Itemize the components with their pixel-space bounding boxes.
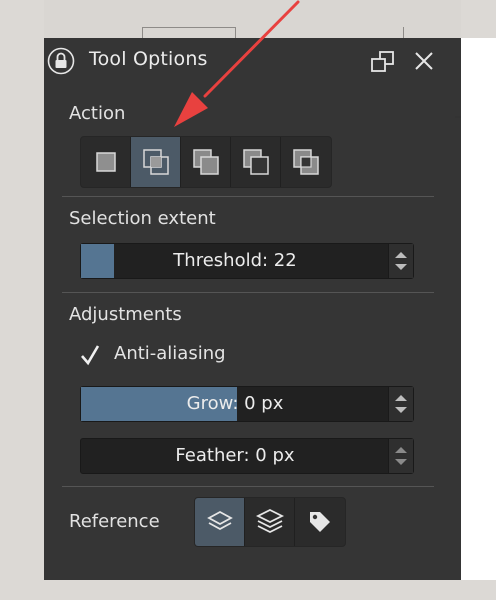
- replace-mode-button[interactable]: [81, 137, 131, 187]
- grow-text: Grow: 0 px: [186, 393, 284, 414]
- section-divider: [62, 292, 434, 293]
- grow-stepper[interactable]: [388, 387, 413, 421]
- selection-extent-label: Selection extent: [69, 208, 216, 229]
- section-divider: [62, 196, 434, 197]
- tool-options-docker: Tool Options Action Selection extent Thr…: [44, 38, 461, 580]
- current-layer-button[interactable]: [195, 498, 245, 546]
- selection-mode-group: [80, 136, 332, 188]
- grow-spinbox[interactable]: Grow: 0 px: [80, 386, 414, 422]
- docker-titlebar: Tool Options: [44, 38, 461, 82]
- replace-selection-icon: [95, 152, 116, 172]
- stepper-arrows-icon: [395, 447, 407, 465]
- all-layers-button[interactable]: [245, 498, 295, 546]
- reference-label: Reference: [69, 511, 160, 532]
- feather-text: Feather: 0 px: [175, 445, 295, 466]
- float-docker-icon[interactable]: [370, 50, 396, 74]
- color-label-icon: [310, 512, 330, 532]
- panel-title: Tool Options: [89, 48, 208, 70]
- all-layers-icon: [255, 508, 284, 534]
- background-window-bottom: [0, 580, 496, 600]
- section-divider: [62, 486, 434, 487]
- add-selection-icon: [192, 149, 219, 175]
- stepper-arrows-icon: [395, 395, 407, 413]
- threshold-stepper[interactable]: [388, 244, 413, 278]
- intersect-selection-icon: [142, 149, 169, 175]
- stepper-arrows-icon: [395, 252, 407, 270]
- action-label: Action: [69, 103, 126, 124]
- feather-spinbox[interactable]: Feather: 0 px: [80, 438, 414, 474]
- color-labeled-layers-button[interactable]: [295, 498, 345, 546]
- feather-stepper[interactable]: [388, 439, 413, 473]
- antialiasing-label[interactable]: Anti-aliasing: [114, 343, 226, 364]
- threshold-text: Threshold: 22: [173, 250, 297, 271]
- adjustments-label: Adjustments: [69, 304, 182, 325]
- reference-mode-group: [194, 497, 346, 547]
- subtract-mode-button[interactable]: [231, 137, 281, 187]
- symmetric-difference-mode-button[interactable]: [281, 137, 331, 187]
- add-mode-button[interactable]: [181, 137, 231, 187]
- canvas-tick: [455, 116, 461, 118]
- lock-icon[interactable]: [47, 47, 75, 75]
- symmetric-difference-icon: [293, 149, 319, 175]
- close-icon[interactable]: [413, 50, 435, 72]
- current-layer-icon: [206, 510, 233, 531]
- threshold-spinbox[interactable]: Threshold: 22: [80, 243, 414, 279]
- subtract-selection-icon: [242, 149, 269, 175]
- intersect-mode-button[interactable]: [131, 137, 181, 187]
- canvas-edge: [455, 38, 496, 580]
- background-window-edge: [44, 0, 461, 40]
- antialiasing-checkbox[interactable]: [80, 344, 100, 366]
